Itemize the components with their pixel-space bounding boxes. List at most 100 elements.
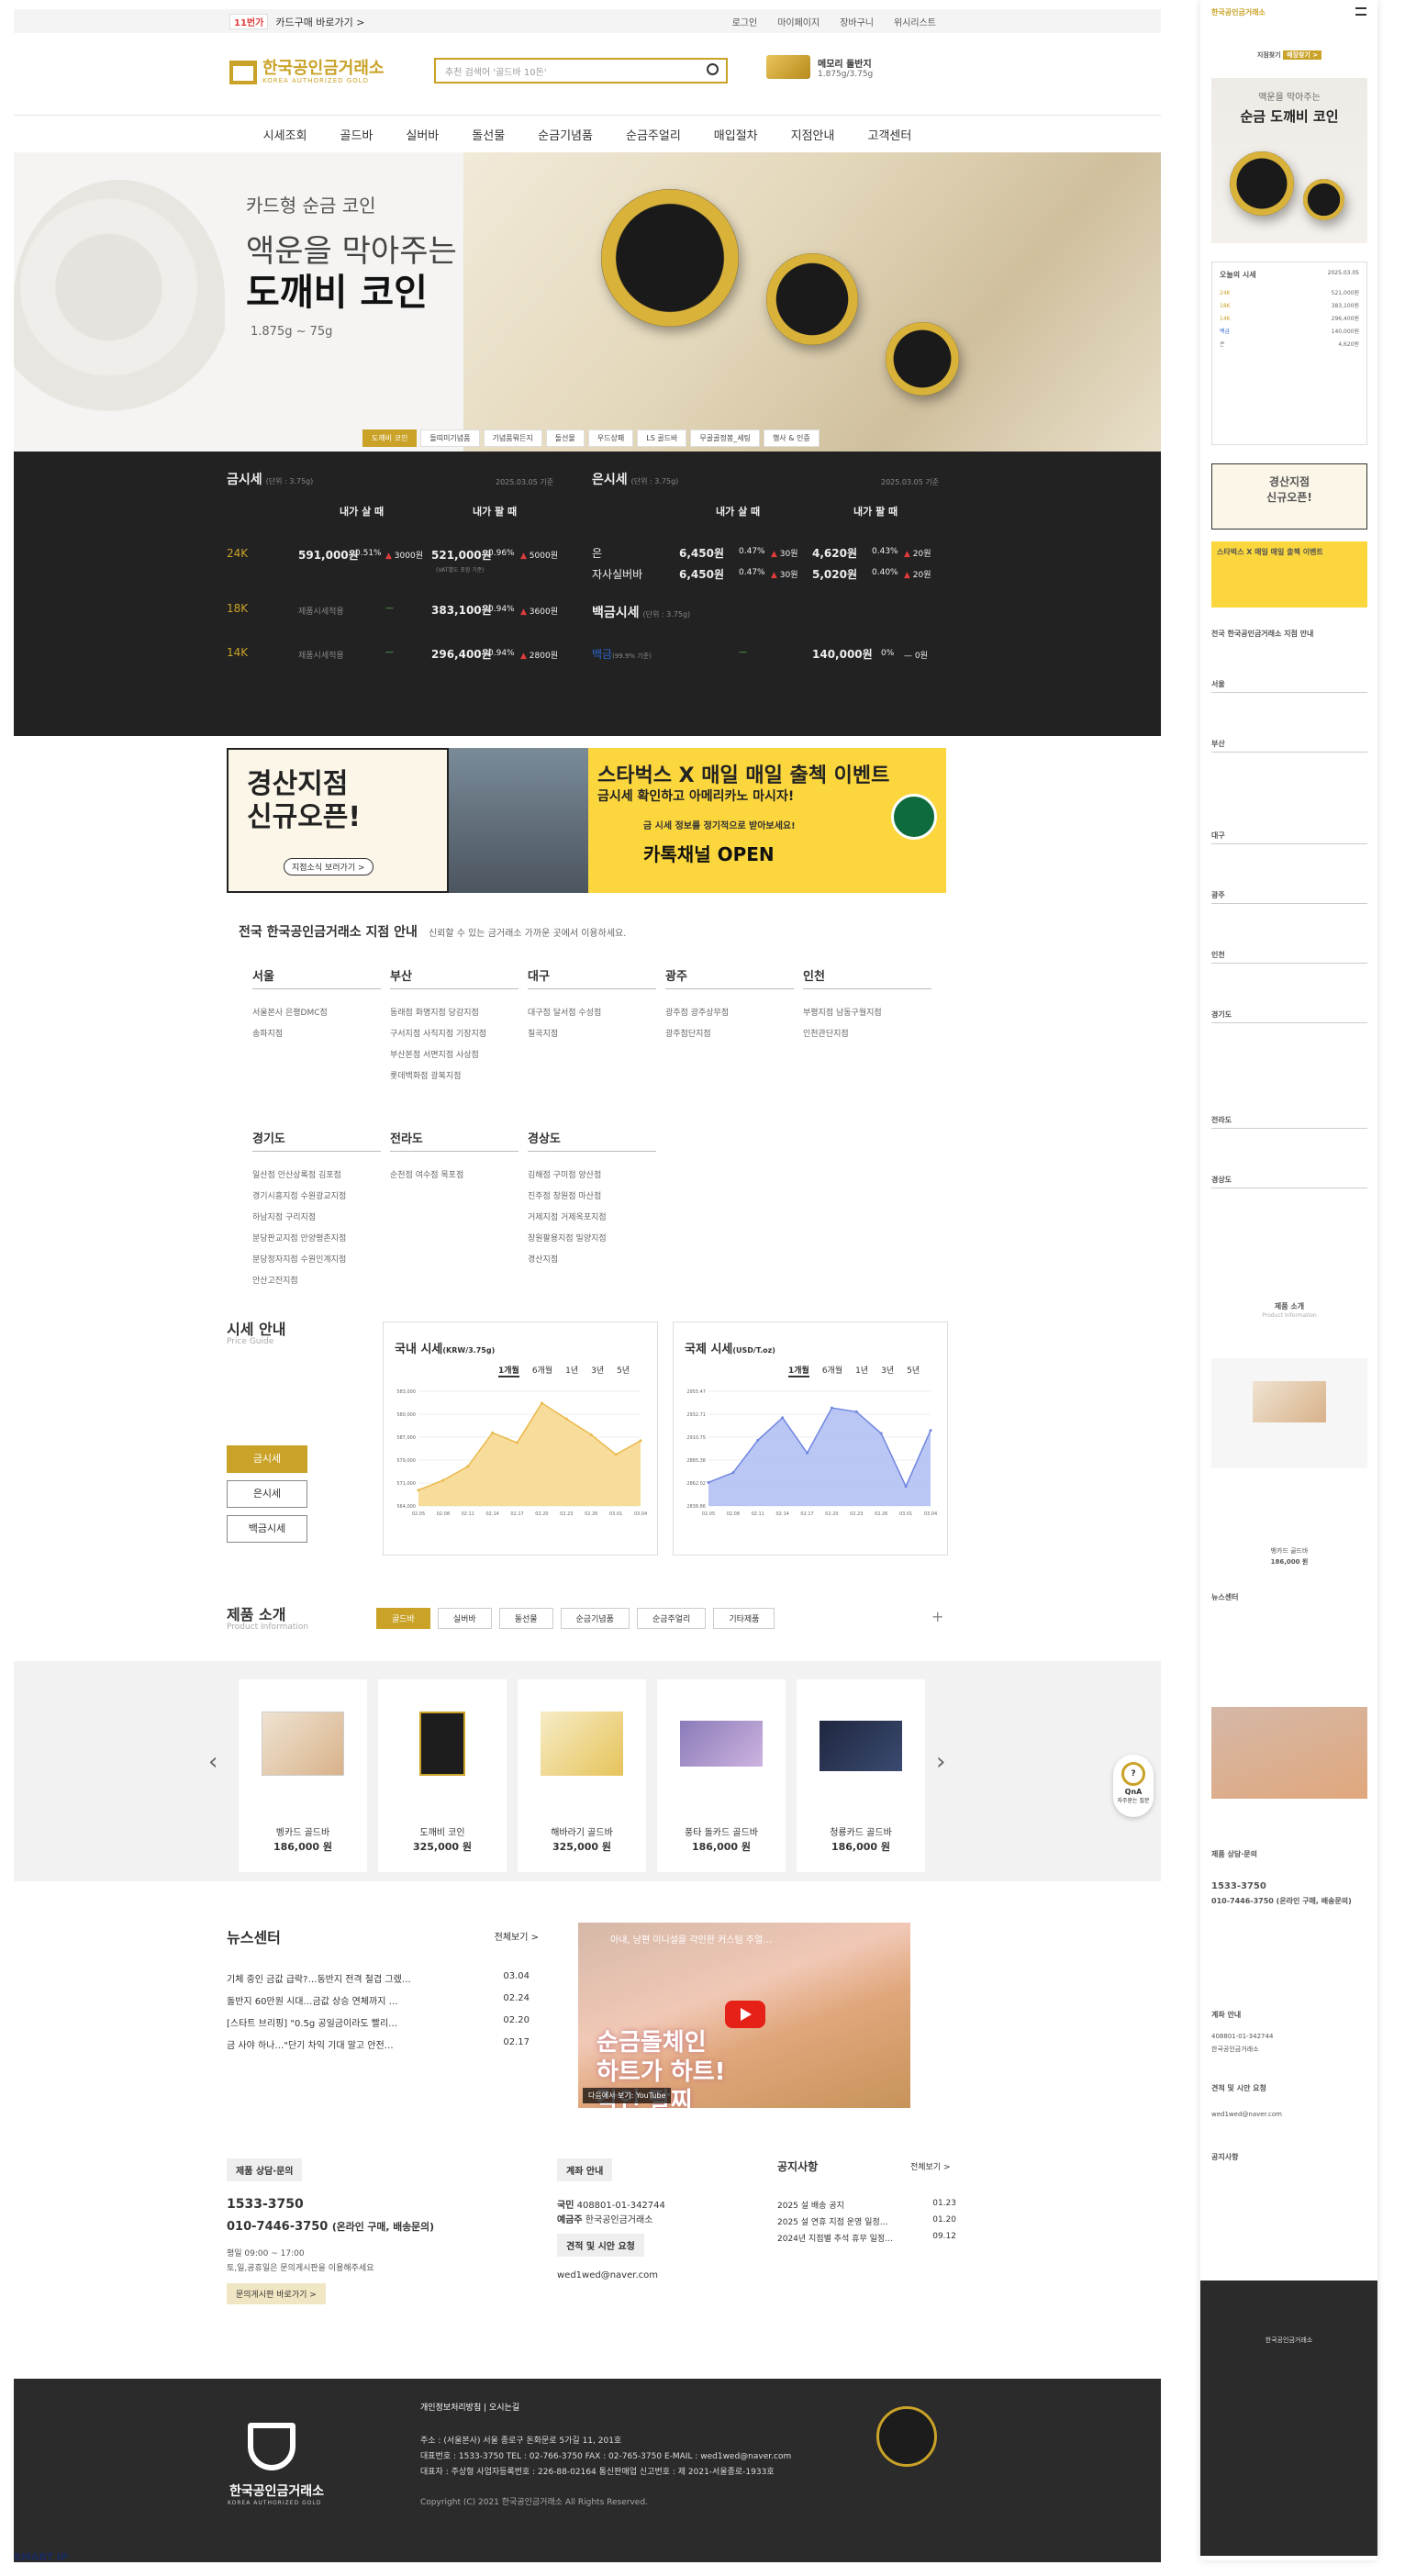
branch-line[interactable]: 분당판교지점 안양평촌지점 bbox=[252, 1229, 381, 1250]
next-arrow-icon[interactable]: › bbox=[936, 1748, 945, 1776]
branch-line[interactable]: 부산본점 서면지점 사상점 bbox=[390, 1045, 519, 1066]
mobile-event-banner-1[interactable]: 경산지점 신규오픈! bbox=[1211, 463, 1367, 530]
mypage-link[interactable]: 마이페이지 bbox=[777, 15, 820, 28]
branch-line[interactable]: 창원팔용지점 밀양지점 bbox=[528, 1229, 656, 1250]
range-tab[interactable]: 6개월 bbox=[532, 1364, 552, 1377]
watch-on-youtube[interactable]: 다음에서 보기: YouTube bbox=[583, 2088, 672, 2103]
product-card[interactable]: 도깨비 코인 325,000 원 bbox=[378, 1679, 507, 1872]
nav-item[interactable]: 지점안내 bbox=[775, 116, 852, 152]
branch-line[interactable]: 동래점 화명지점 당감지점 bbox=[390, 1003, 519, 1024]
range-tab[interactable]: 5년 bbox=[907, 1364, 920, 1377]
nav-item[interactable]: 시세조회 bbox=[247, 116, 324, 152]
nav-item[interactable]: 순금기념품 bbox=[521, 116, 609, 152]
mobile-email[interactable]: wed1wed@naver.com bbox=[1211, 2111, 1367, 2118]
mobile-logo[interactable]: 한국공인금거래소 bbox=[1211, 7, 1367, 17]
hero-tab[interactable]: 도깨비 코인 bbox=[362, 429, 418, 447]
range-tab[interactable]: 1개월 bbox=[498, 1364, 519, 1377]
branch-line[interactable]: 롯데백화점 광복지점 bbox=[390, 1066, 519, 1087]
branch-line[interactable]: 구서지점 사직지점 기장지점 bbox=[390, 1024, 519, 1045]
branch-line[interactable]: 하남지점 구리지점 bbox=[252, 1208, 381, 1229]
search-input[interactable]: 추천 검색어 '골드바 10돈' bbox=[434, 58, 728, 84]
nav-item[interactable]: 돌선물 bbox=[455, 116, 521, 152]
event-banner[interactable]: 경산지점 신규오픈! 지점소식 보러가기 > 스타벅스 X 매일 매일 출첵 이… bbox=[227, 748, 946, 893]
range-tab[interactable]: 1년 bbox=[565, 1364, 578, 1377]
branch-line[interactable]: 송파지점 bbox=[252, 1024, 381, 1045]
nav-item[interactable]: 고객센터 bbox=[851, 116, 928, 152]
branch-line[interactable]: 김해점 구미점 양산점 bbox=[528, 1165, 656, 1187]
range-tab[interactable]: 1개월 bbox=[788, 1364, 809, 1377]
news-item[interactable]: 기체 중인 금값 급락?…동반지 전격 철겹 그렜… 03.04 bbox=[227, 1971, 530, 1985]
branch-line[interactable]: 경산지점 bbox=[528, 1250, 656, 1271]
hero-banner[interactable]: 카드형 순금 코인 액운을 막아주는 도깨비 코인 1.875g ~ 75g 도… bbox=[14, 152, 1161, 452]
branch-line[interactable]: 거제지점 거제옥포지점 bbox=[528, 1208, 656, 1229]
branch-line[interactable]: 광주점 광주상무점 bbox=[665, 1003, 794, 1024]
product-tab[interactable]: 순금기념품 bbox=[560, 1608, 630, 1629]
youtube-video[interactable]: 아내, 남편 미니설을 각인한 커스텀 주얼… 순금돌체인 하트가 하트! 각인… bbox=[578, 1923, 910, 2108]
prev-arrow-icon[interactable]: ‹ bbox=[208, 1748, 217, 1776]
branch-line[interactable]: 진주점 창원점 마산점 bbox=[528, 1187, 656, 1208]
play-icon[interactable] bbox=[725, 2001, 765, 2028]
footer-links[interactable]: 개인정보처리방침 | 오시는길 bbox=[420, 2401, 519, 2413]
branch-line[interactable]: 안산고잔지점 bbox=[252, 1271, 381, 1292]
range-tab[interactable]: 3년 bbox=[881, 1364, 894, 1377]
branch-line[interactable]: 광주첨단지점 bbox=[665, 1024, 794, 1045]
hero-tab[interactable]: 돌선물 bbox=[545, 429, 585, 447]
gyeongsan-open-banner[interactable]: 경산지점 신규오픈! 지점소식 보러가기 > bbox=[227, 748, 449, 893]
nav-item[interactable]: 순금주얼리 bbox=[609, 116, 697, 152]
hamburger-menu-icon[interactable] bbox=[1355, 7, 1366, 16]
banner-b1-link[interactable]: 지점소식 보러가기 > bbox=[284, 858, 374, 875]
notice-item[interactable]: 2024년 지점별 추석 휴무 일정… 09.12 bbox=[777, 2232, 956, 2244]
mobile-video[interactable] bbox=[1211, 1707, 1367, 1799]
kakao-event-banner[interactable]: 스타벅스 X 매일 매일 출첵 이벤트 금시세 확인하고 아메리카노 마시자! … bbox=[588, 748, 946, 893]
mobile-hero[interactable]: 액운을 막아주는 순금 도깨비 코인 bbox=[1211, 78, 1367, 243]
mobile-store-find[interactable]: 지점찾기 매장찾기 > bbox=[1211, 50, 1367, 60]
mobile-product-card[interactable] bbox=[1211, 1358, 1367, 1468]
range-tab[interactable]: 1년 bbox=[855, 1364, 868, 1377]
card-link[interactable]: 카드구매 바로가기 > bbox=[275, 15, 364, 29]
contact-email[interactable]: wed1wed@naver.com bbox=[557, 2270, 658, 2280]
news-item[interactable]: 금 사야 하나…"단기 차익 기대 말고 안전… 02.17 bbox=[227, 2037, 530, 2051]
mobile-event-banner-2[interactable]: 스타벅스 X 매일 매일 출첵 이벤트 bbox=[1211, 541, 1367, 608]
site-logo[interactable]: 한국공인금거래소 KOREA AUTHORIZED GOLD bbox=[229, 61, 384, 84]
range-tab[interactable]: 5년 bbox=[617, 1364, 630, 1377]
product-tab[interactable]: 돌선물 bbox=[498, 1608, 553, 1629]
branch-line[interactable]: 일산점 안산상록점 김포점 bbox=[252, 1165, 381, 1187]
range-tab[interactable]: 3년 bbox=[591, 1364, 604, 1377]
product-card[interactable]: 청룡카드 골드바 186,000 원 bbox=[797, 1679, 925, 1872]
product-card[interactable]: 벵카드 골드바 186,000 원 bbox=[239, 1679, 367, 1872]
branch-line[interactable]: 부평지점 남동구월지점 bbox=[803, 1003, 931, 1024]
news-more-link[interactable]: 전체보기 > bbox=[495, 1929, 539, 1943]
search-icon[interactable] bbox=[707, 63, 719, 75]
hero-tab[interactable]: 행사 & 인증 bbox=[763, 429, 820, 447]
hero-tab[interactable]: 기념품뭐든지 bbox=[483, 429, 542, 447]
product-card[interactable]: 해바라기 골드바 325,000 원 bbox=[518, 1679, 646, 1872]
product-tab[interactable]: 실버바 bbox=[437, 1608, 492, 1629]
nav-item[interactable]: 골드바 bbox=[324, 116, 390, 152]
login-link[interactable]: 로그인 bbox=[732, 15, 758, 28]
hero-tab[interactable]: LS 골드바 bbox=[637, 429, 687, 447]
wishlist-link[interactable]: 위시리스트 bbox=[894, 15, 936, 28]
range-tab[interactable]: 6개월 bbox=[822, 1364, 842, 1377]
promo-banner[interactable]: 메모리 돌반지 1.875g/3.75g bbox=[766, 55, 873, 79]
silver-price-button[interactable]: 은시세 bbox=[227, 1480, 307, 1508]
branch-line[interactable]: 경기시흥지점 수원광교지점 bbox=[252, 1187, 381, 1208]
hero-tab[interactable]: 돌띠미기념품 bbox=[420, 429, 480, 447]
product-tab[interactable]: 골드바 bbox=[376, 1608, 430, 1629]
branch-line[interactable]: 서울본사 은평DMC점 bbox=[252, 1003, 381, 1024]
branch-line[interactable]: 순천점 여수점 목포점 bbox=[390, 1165, 519, 1187]
news-item[interactable]: [스타트 브리핑] "0.5g 공일금이라도 빨리… 02.20 bbox=[227, 2015, 530, 2029]
gold-price-button[interactable]: 금시세 bbox=[227, 1445, 307, 1473]
qna-floating-button[interactable]: ? QnA 자주묻는 질문 bbox=[1113, 1755, 1154, 1817]
qna-board-button[interactable]: 문의게시판 바로가기 > bbox=[227, 2283, 326, 2304]
notice-more-link[interactable]: 전체보기 > bbox=[910, 2160, 951, 2172]
notice-item[interactable]: 2025 설 배송 공지 01.23 bbox=[777, 2199, 956, 2211]
nav-item[interactable]: 매입절차 bbox=[697, 116, 775, 152]
hero-tab[interactable]: 우드상패 bbox=[587, 429, 634, 447]
branch-line[interactable]: 대구점 달서점 수성점 bbox=[528, 1003, 656, 1024]
hero-tab[interactable]: 무골골정봉_세팅 bbox=[690, 429, 760, 447]
product-tab[interactable]: 기타제품 bbox=[713, 1608, 775, 1629]
branch-line[interactable]: 분당정자지점 수원인계지점 bbox=[252, 1250, 381, 1271]
branch-line[interactable]: 인천관단지점 bbox=[803, 1024, 931, 1045]
platinum-price-button[interactable]: 백금시세 bbox=[227, 1515, 307, 1543]
product-card[interactable]: 풍타 돌카드 골드바 186,000 원 bbox=[657, 1679, 786, 1872]
